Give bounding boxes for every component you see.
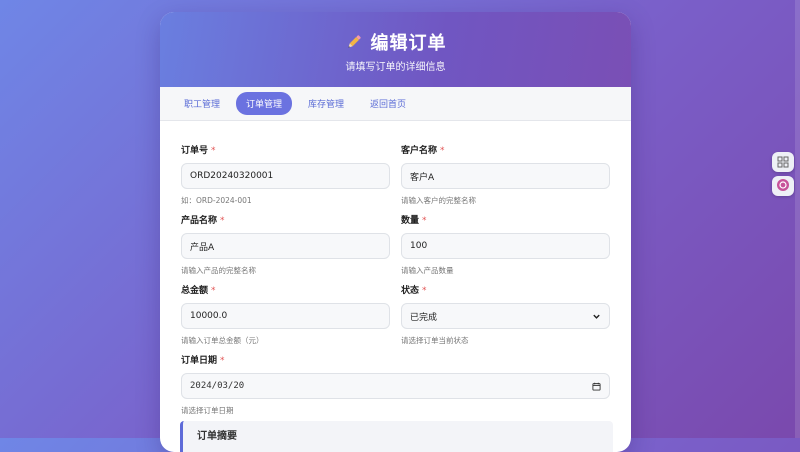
tab-order-management[interactable]: 订单管理 — [236, 92, 293, 115]
page-scrollbar[interactable] — [795, 0, 800, 438]
order-summary-title: 订单摘要 — [197, 431, 237, 442]
date-hint: 请选择订单日期 — [181, 406, 234, 415]
grid-icon — [777, 153, 789, 172]
required-mark: * — [422, 216, 427, 226]
calendar-icon[interactable] — [592, 382, 601, 391]
side-tool-button[interactable] — [772, 152, 794, 172]
order-summary-panel: 订单摘要 — [180, 421, 613, 452]
required-mark: * — [422, 286, 427, 296]
quantity-field: 数量 * 100 请输入产品数量 — [401, 213, 610, 276]
required-mark: * — [211, 146, 216, 156]
customer-field: 客户名称 * 客户A 请输入客户的完整名称 — [401, 143, 610, 206]
status-label: 状态 — [401, 286, 420, 296]
pencil-icon — [345, 33, 363, 51]
status-field: 状态 * 已完成 请选择订单当前状态 — [401, 283, 610, 346]
date-field: 订单日期 * 2024/03/20 请选择订单日期 — [181, 353, 610, 416]
customer-input[interactable]: 客户A — [401, 163, 610, 189]
order-no-label: 订单号 — [181, 146, 209, 156]
quantity-input[interactable]: 100 — [401, 233, 610, 259]
side-assistant-button[interactable] — [772, 176, 794, 196]
tab-inventory-management[interactable]: 库存管理 — [298, 92, 354, 115]
chevron-down-icon — [592, 312, 601, 321]
date-label: 订单日期 — [181, 356, 218, 366]
amount-label: 总金额 — [181, 286, 209, 296]
page-title: 编辑订单 — [370, 33, 447, 54]
quantity-label: 数量 — [401, 216, 420, 226]
assistant-icon — [776, 177, 790, 196]
required-mark: * — [440, 146, 445, 156]
amount-input[interactable]: 10000.0 — [181, 303, 390, 329]
order-no-field: 订单号 * ORD20240320001 如：ORD-2024-001 — [181, 143, 390, 206]
quantity-hint: 请输入产品数量 — [401, 266, 454, 275]
product-field: 产品名称 * 产品A 请输入产品的完整名称 — [181, 213, 390, 276]
date-value: 2024/03/20 — [190, 381, 245, 391]
card-header: 编辑订单 请填写订单的详细信息 — [160, 12, 631, 87]
customer-hint: 请输入客户的完整名称 — [401, 196, 476, 205]
required-mark: * — [220, 216, 225, 226]
product-hint: 请输入产品的完整名称 — [181, 266, 256, 275]
tab-nav: 职工管理 订单管理 库存管理 返回首页 — [160, 87, 631, 121]
status-selected-value: 已完成 — [410, 312, 438, 323]
customer-label: 客户名称 — [401, 146, 438, 156]
product-input[interactable]: 产品A — [181, 233, 390, 259]
date-input[interactable]: 2024/03/20 — [181, 373, 610, 399]
amount-hint: 请输入订单总金额（元） — [181, 336, 264, 345]
tab-staff-management[interactable]: 职工管理 — [174, 92, 230, 115]
order-no-hint: 如：ORD-2024-001 — [181, 196, 252, 205]
product-label: 产品名称 — [181, 216, 218, 226]
edit-order-card: 编辑订单 请填写订单的详细信息 职工管理 订单管理 库存管理 返回首页 订单号 *… — [160, 12, 631, 452]
required-mark: * — [211, 286, 216, 296]
status-hint: 请选择订单当前状态 — [401, 336, 469, 345]
tab-back-home[interactable]: 返回首页 — [360, 92, 416, 115]
order-no-input[interactable]: ORD20240320001 — [181, 163, 390, 189]
status-select[interactable]: 已完成 — [401, 303, 610, 329]
required-mark: * — [220, 356, 225, 366]
page-subtitle: 请填写订单的详细信息 — [345, 62, 446, 73]
amount-field: 总金额 * 10000.0 请输入订单总金额（元） — [181, 283, 390, 346]
